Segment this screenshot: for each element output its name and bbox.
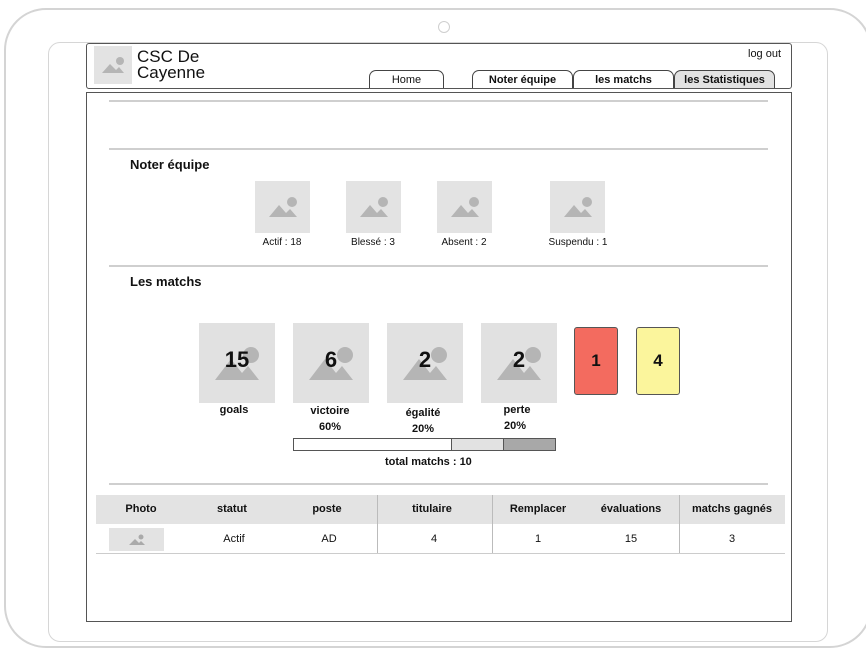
tab-les-matchs[interactable]: les matchs — [573, 70, 674, 88]
perte-card: 2 — [481, 323, 557, 403]
divider — [109, 483, 768, 485]
victoire-percent: 60% — [318, 421, 342, 433]
red-card-count: 1 — [574, 327, 618, 395]
yellow-card-count: 4 — [636, 327, 680, 395]
col-photo: Photo — [125, 503, 157, 515]
goals-label: goals — [219, 404, 249, 416]
col-matchs-gagnes: matchs gagnés — [691, 503, 773, 515]
cell-remplacer: 1 — [534, 533, 542, 545]
cell-titulaire: 4 — [430, 533, 438, 545]
app-title: CSC De Cayenne — [137, 47, 206, 82]
col-poste: poste — [312, 503, 342, 515]
results-progress-bar — [293, 438, 556, 451]
col-remplacer: Remplacer — [509, 503, 567, 515]
player-photo-icon — [109, 528, 164, 551]
egalite-value: 2 — [418, 347, 432, 372]
absent-image-icon — [437, 181, 492, 233]
col-evaluations: évaluations — [600, 503, 662, 515]
victoire-value: 6 — [324, 347, 338, 372]
absent-count: Absent : 2 — [441, 237, 487, 248]
progress-perte-segment — [502, 439, 555, 450]
col-statut: statut — [217, 503, 247, 515]
table-bottom-border — [96, 553, 785, 554]
cell-evaluations: 15 — [624, 533, 638, 545]
victoire-label: victoire — [310, 405, 350, 417]
suspendu-count: Suspendu : 1 — [548, 237, 608, 248]
cell-matchs-gagnes: 3 — [728, 533, 736, 545]
tab-noter-equipe[interactable]: Noter équipe — [472, 70, 573, 88]
suspendu-image-icon — [550, 181, 605, 233]
divider — [109, 100, 768, 102]
tab-home[interactable]: Home — [369, 70, 444, 88]
tab-statistiques[interactable]: les Statistiques — [674, 70, 775, 88]
perte-percent: 20% — [503, 420, 527, 432]
column-divider — [377, 495, 378, 553]
egalite-label: égalité — [405, 407, 441, 419]
logo-image-icon — [94, 46, 132, 84]
camera-icon — [438, 21, 450, 33]
column-divider — [679, 495, 680, 553]
logout-link[interactable]: log out — [748, 48, 781, 60]
progress-egalite-segment — [450, 439, 503, 450]
les-matchs-heading: Les matchs — [130, 274, 202, 289]
egalite-percent: 20% — [411, 423, 435, 435]
victoire-card: 6 — [293, 323, 369, 403]
column-divider — [492, 495, 493, 553]
progress-victoire-segment — [294, 439, 451, 450]
goals-value: 15 — [224, 347, 250, 372]
actif-image-icon — [255, 181, 310, 233]
cell-poste: AD — [321, 533, 337, 545]
noter-equipe-heading: Noter équipe — [130, 157, 210, 172]
total-matchs: total matchs : 10 — [385, 456, 472, 468]
cell-statut: Actif — [223, 533, 245, 545]
col-titulaire: titulaire — [412, 503, 452, 515]
blesse-image-icon — [346, 181, 401, 233]
perte-value: 2 — [512, 347, 526, 372]
goals-card: 15 — [199, 323, 275, 403]
perte-label: perte — [503, 404, 531, 416]
egalite-card: 2 — [387, 323, 463, 403]
divider — [109, 265, 768, 267]
divider — [109, 148, 768, 150]
